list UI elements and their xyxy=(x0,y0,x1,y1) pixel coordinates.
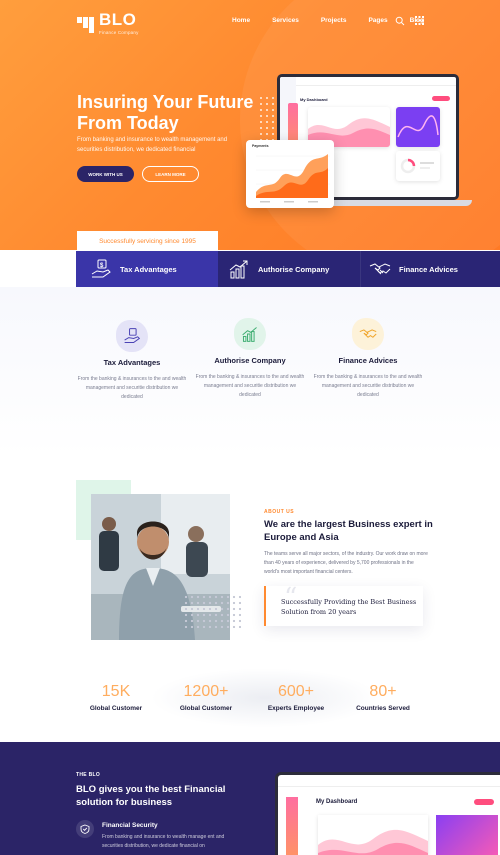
payments-card-title: Payments xyxy=(252,144,269,148)
dashboard-chip xyxy=(474,799,494,805)
quote-box: “ Successfully Providing the Best Busine… xyxy=(264,583,423,626)
grid-menu-icon[interactable] xyxy=(415,16,424,27)
stat-item: 15K Global Customer xyxy=(66,683,166,712)
feature-authorise-company: Authorise Company From the banking & ins… xyxy=(195,318,305,400)
stat-value: 1200+ xyxy=(183,683,229,700)
tab-authorise-company[interactable]: Authorise Company xyxy=(218,251,360,287)
dashboard-topbar xyxy=(280,77,456,86)
growth-chart-icon xyxy=(228,258,250,280)
money-hand-icon: $ xyxy=(90,258,112,280)
stat-value: 15K xyxy=(101,683,131,700)
dashboard-card-donut xyxy=(396,151,440,181)
feature-title: Finance Advices xyxy=(338,356,398,365)
stat-label: Global Customer xyxy=(179,705,233,712)
dot-pattern xyxy=(183,594,241,628)
dashboard-accent-bar xyxy=(286,797,298,855)
feature-text: From the banking & insurances to the and… xyxy=(77,376,187,400)
section-label: THE BLO xyxy=(76,772,101,778)
feature-tabs: $ Tax Advantages Authorise Company Finan… xyxy=(76,251,500,287)
hero-section: BLO Finance Company Home Services Projec… xyxy=(0,0,500,250)
logo-icon xyxy=(77,15,95,33)
shield-icon xyxy=(76,820,94,838)
stat-item: 600+ Experts Employee xyxy=(246,683,346,712)
money-hand-icon xyxy=(116,320,148,352)
feature-finance-advices: Finance Advices From the banking & insur… xyxy=(313,318,423,400)
laptop-mockup: My Dashboard xyxy=(275,772,500,855)
payments-chart xyxy=(256,154,330,203)
dashboard-screen: My Dashboard xyxy=(278,775,500,855)
dashboard-card-purple xyxy=(436,815,498,855)
work-with-us-button[interactable]: WORK WITH US xyxy=(77,166,134,182)
logo[interactable]: BLO Finance Company xyxy=(77,10,139,35)
handshake-icon xyxy=(369,258,391,280)
dashboard-chip xyxy=(432,96,450,101)
handshake-icon xyxy=(352,318,384,350)
about-title: We are the largest Business expert in Eu… xyxy=(264,519,433,543)
dashboard-topbar xyxy=(278,775,500,787)
tab-label: Finance Advices xyxy=(399,264,458,274)
feature-text: From the banking & insurances to the and… xyxy=(313,374,423,398)
solutions-section: THE BLO BLO gives you the best Financial… xyxy=(0,742,500,855)
feature-text: From banking and insurance to wealth man… xyxy=(102,834,225,849)
stat-label: Experts Employee xyxy=(267,705,325,712)
about-label: ABOUT US xyxy=(264,509,295,515)
nav-services[interactable]: Services xyxy=(272,17,299,24)
learn-more-button[interactable]: LEARN MORE xyxy=(142,166,199,182)
quote-text: Successfully Providing the Best Business… xyxy=(281,598,417,616)
main-nav: Home Services Projects Pages Blog xyxy=(232,17,446,24)
dashboard-title: My Dashboard xyxy=(316,799,358,805)
feature-text: From the banking & insurances to the and… xyxy=(195,374,305,398)
feature-tax-advantages: Tax Advantages From the banking & insura… xyxy=(77,320,187,402)
payments-card: Payments xyxy=(246,140,334,208)
dashboard-title: My Dashboard xyxy=(300,97,328,102)
section-title: BLO gives you the best Financial solutio… xyxy=(76,784,226,808)
brand-name: BLO xyxy=(99,10,137,29)
dashboard-card-purple xyxy=(396,107,440,147)
nav-home[interactable]: Home xyxy=(232,17,250,24)
tab-label: Tax Advantages xyxy=(120,264,177,274)
growth-chart-icon xyxy=(234,318,266,350)
nav-pages[interactable]: Pages xyxy=(368,17,387,24)
stat-value: 80+ xyxy=(369,683,397,700)
stat-label: Countries Served xyxy=(356,705,410,712)
tab-tax-advantages[interactable]: $ Tax Advantages xyxy=(76,251,218,287)
nav-projects[interactable]: Projects xyxy=(321,17,347,24)
about-text: The teams serve all major sectors, of th… xyxy=(264,551,428,575)
stat-item: 1200+ Global Customer xyxy=(156,683,256,712)
feature-title: Financial Security xyxy=(102,822,158,829)
dashboard-card-wave xyxy=(318,815,428,855)
tab-finance-advices[interactable]: Finance Advices xyxy=(360,251,500,287)
hero-subtitle: From banking and insurance to wealth man… xyxy=(77,137,228,153)
stat-label: Global Customer xyxy=(89,705,143,712)
feature-title: Tax Advantages xyxy=(103,358,161,367)
feature-title: Authorise Company xyxy=(214,356,286,365)
stat-value: 600+ xyxy=(277,683,315,700)
brand-tagline: Finance Company xyxy=(99,30,139,35)
stat-item: 80+ Countries Served xyxy=(333,683,433,712)
hero-title: Insuring Your Future From Today xyxy=(77,92,254,133)
servicing-badge: Successfully servicing since 1995 xyxy=(77,231,218,251)
search-icon[interactable] xyxy=(395,16,405,28)
tab-label: Authorise Company xyxy=(258,264,330,274)
